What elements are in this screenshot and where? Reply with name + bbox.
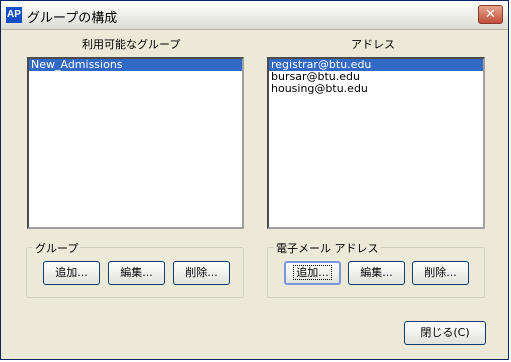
address-edit-button-label: 編集... <box>360 266 393 279</box>
close-window-button[interactable]: ✕ <box>478 5 503 24</box>
app-icon: AP <box>6 7 22 23</box>
available-groups-label: 利用可能なグループ <box>82 38 181 51</box>
group-edit-button-label: 編集... <box>120 266 153 279</box>
title-bar[interactable]: AP グループの構成 ✕ <box>1 1 508 30</box>
group-box-email-label: 電子メール アドレス <box>274 240 381 256</box>
address-add-button[interactable]: 追加... <box>284 261 341 285</box>
addresses-label: アドレス <box>351 38 395 51</box>
group-add-button[interactable]: 追加... <box>43 261 100 285</box>
close-button[interactable]: 閉じる(C) <box>404 321 486 345</box>
window-title: グループの構成 <box>27 11 118 26</box>
dialog-window: AP グループの構成 ✕ 利用可能なグループ New_Admissions グル… <box>0 0 509 360</box>
addresses-listbox[interactable]: registrar@btu.edu bursar@btu.edu housing… <box>267 57 485 229</box>
list-item[interactable]: New_Admissions <box>29 59 242 71</box>
groups-listbox[interactable]: New_Admissions <box>27 57 244 229</box>
address-add-button-label: 追加... <box>293 265 332 280</box>
list-item[interactable]: housing@btu.edu <box>269 83 483 95</box>
address-delete-button-label: 削除... <box>424 266 457 279</box>
close-icon: ✕ <box>485 7 496 22</box>
group-add-button-label: 追加... <box>55 266 88 279</box>
address-delete-button[interactable]: 削除... <box>412 261 469 285</box>
close-button-label: 閉じる(C) <box>420 326 470 339</box>
group-edit-button[interactable]: 編集... <box>108 261 165 285</box>
group-delete-button[interactable]: 削除... <box>173 261 230 285</box>
group-delete-button-label: 削除... <box>185 266 218 279</box>
address-edit-button[interactable]: 編集... <box>348 261 405 285</box>
group-box-groups-label: グループ <box>33 240 81 256</box>
